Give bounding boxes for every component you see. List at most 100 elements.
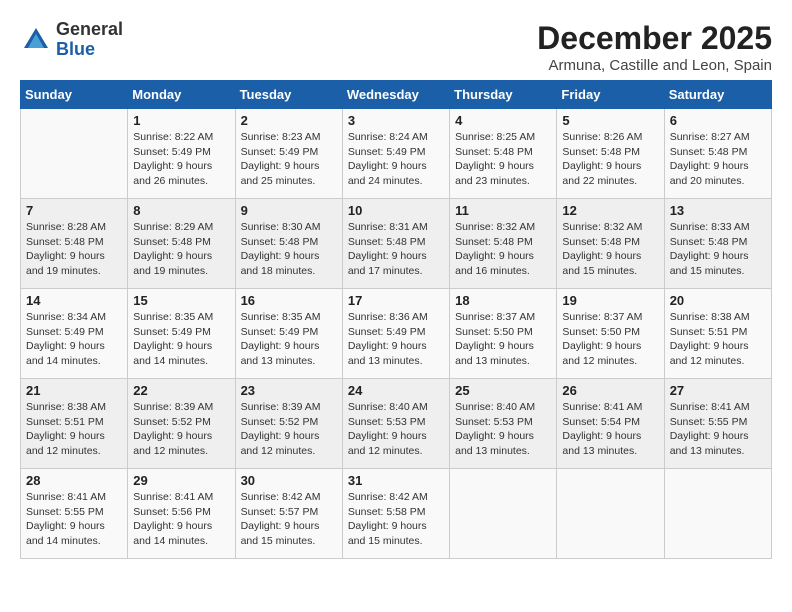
calendar-cell: 29 Sunrise: 8:41 AM Sunset: 5:56 PM Dayli… (128, 469, 235, 559)
page-header: General Blue December 2025 Armuna, Casti… (20, 20, 772, 74)
calendar-week-1: 1 Sunrise: 8:22 AM Sunset: 5:49 PM Daylig… (21, 109, 772, 199)
weekday-header-wednesday: Wednesday (342, 81, 449, 109)
day-number: 28 (26, 473, 122, 488)
day-number: 8 (133, 203, 229, 218)
day-info: Sunrise: 8:30 AM Sunset: 5:48 PM Dayligh… (241, 220, 337, 279)
calendar-week-5: 28Sunrise: 8:41 AM Sunset: 5:55 PM Dayli… (21, 469, 772, 559)
day-number: 18 (455, 293, 551, 308)
day-info: Sunrise: 8:37 AM Sunset: 5:50 PM Dayligh… (455, 310, 551, 369)
calendar-cell: 4Sunrise: 8:25 AM Sunset: 5:48 PM Daylig… (450, 109, 557, 199)
calendar-cell: 13Sunrise: 8:33 AM Sunset: 5:48 PM Dayli… (664, 199, 771, 289)
day-number: 30 (241, 473, 337, 488)
calendar-cell: 27 Sunrise: 8:41 AM Sunset: 5:55 PM Dayli… (664, 379, 771, 469)
day-number: 10 (348, 203, 444, 218)
day-number: 26 (562, 383, 658, 398)
day-info: Sunrise: 8:40 AM Sunset: 5:53 PM Dayligh… (455, 400, 551, 459)
month-year-title: December 2025 (537, 20, 772, 57)
day-number: 11 (455, 203, 551, 218)
day-number: 22 (133, 383, 229, 398)
calendar-cell: 8 Sunrise: 8:29 AM Sunset: 5:48 PM Daylig… (128, 199, 235, 289)
calendar-cell: 25 Sunrise: 8:40 AM Sunset: 5:53 PM Dayli… (450, 379, 557, 469)
day-info: Sunrise: 8:22 AM Sunset: 5:49 PM Dayligh… (133, 130, 229, 189)
day-number: 24 (348, 383, 444, 398)
calendar-cell: 2 Sunrise: 8:23 AM Sunset: 5:49 PM Daylig… (235, 109, 342, 199)
day-info: Sunrise: 8:39 AM Sunset: 5:52 PM Dayligh… (241, 400, 337, 459)
day-info: Sunrise: 8:39 AM Sunset: 5:52 PM Dayligh… (133, 400, 229, 459)
day-info: Sunrise: 8:40 AM Sunset: 5:53 PM Dayligh… (348, 400, 444, 459)
calendar-cell: 16Sunrise: 8:35 AM Sunset: 5:49 PM Dayli… (235, 289, 342, 379)
calendar-cell: 24 Sunrise: 8:40 AM Sunset: 5:53 PM Dayli… (342, 379, 449, 469)
calendar-cell: 6Sunrise: 8:27 AM Sunset: 5:48 PM Daylig… (664, 109, 771, 199)
day-info: Sunrise: 8:28 AM Sunset: 5:48 PM Dayligh… (26, 220, 122, 279)
calendar-table: SundayMondayTuesdayWednesdayThursdayFrid… (20, 80, 772, 559)
calendar-cell: 31 Sunrise: 8:42 AM Sunset: 5:58 PM Dayli… (342, 469, 449, 559)
day-number: 17 (348, 293, 444, 308)
calendar-cell: 20Sunrise: 8:38 AM Sunset: 5:51 PM Dayli… (664, 289, 771, 379)
day-info: Sunrise: 8:36 AM Sunset: 5:49 PM Dayligh… (348, 310, 444, 369)
weekday-header-friday: Friday (557, 81, 664, 109)
weekday-header-monday: Monday (128, 81, 235, 109)
weekday-row: SundayMondayTuesdayWednesdayThursdayFrid… (21, 81, 772, 109)
calendar-cell (21, 109, 128, 199)
calendar-cell (557, 469, 664, 559)
calendar-week-2: 7 Sunrise: 8:28 AM Sunset: 5:48 PM Daylig… (21, 199, 772, 289)
weekday-header-sunday: Sunday (21, 81, 128, 109)
day-info: Sunrise: 8:29 AM Sunset: 5:48 PM Dayligh… (133, 220, 229, 279)
weekday-header-thursday: Thursday (450, 81, 557, 109)
day-info: Sunrise: 8:42 AM Sunset: 5:58 PM Dayligh… (348, 490, 444, 549)
calendar-cell: 1 Sunrise: 8:22 AM Sunset: 5:49 PM Daylig… (128, 109, 235, 199)
day-number: 2 (241, 113, 337, 128)
calendar-body: 1 Sunrise: 8:22 AM Sunset: 5:49 PM Daylig… (21, 109, 772, 559)
calendar-cell: 5 Sunrise: 8:26 AM Sunset: 5:48 PM Daylig… (557, 109, 664, 199)
day-number: 1 (133, 113, 229, 128)
day-info: Sunrise: 8:41 AM Sunset: 5:54 PM Dayligh… (562, 400, 658, 459)
day-info: Sunrise: 8:38 AM Sunset: 5:51 PM Dayligh… (670, 310, 766, 369)
day-number: 3 (348, 113, 444, 128)
calendar-cell: 7 Sunrise: 8:28 AM Sunset: 5:48 PM Daylig… (21, 199, 128, 289)
day-info: Sunrise: 8:41 AM Sunset: 5:55 PM Dayligh… (670, 400, 766, 459)
title-block: December 2025 Armuna, Castille and Leon,… (537, 20, 772, 74)
day-number: 27 (670, 383, 766, 398)
calendar-cell: 9 Sunrise: 8:30 AM Sunset: 5:48 PM Daylig… (235, 199, 342, 289)
calendar-cell: 3Sunrise: 8:24 AM Sunset: 5:49 PM Daylig… (342, 109, 449, 199)
day-number: 31 (348, 473, 444, 488)
calendar-cell: 10 Sunrise: 8:31 AM Sunset: 5:48 PM Dayli… (342, 199, 449, 289)
day-number: 25 (455, 383, 551, 398)
calendar-cell: 19Sunrise: 8:37 AM Sunset: 5:50 PM Dayli… (557, 289, 664, 379)
calendar-cell: 28Sunrise: 8:41 AM Sunset: 5:55 PM Dayli… (21, 469, 128, 559)
day-number: 5 (562, 113, 658, 128)
day-info: Sunrise: 8:34 AM Sunset: 5:49 PM Dayligh… (26, 310, 122, 369)
calendar-cell: 26 Sunrise: 8:41 AM Sunset: 5:54 PM Dayli… (557, 379, 664, 469)
day-number: 21 (26, 383, 122, 398)
day-info: Sunrise: 8:31 AM Sunset: 5:48 PM Dayligh… (348, 220, 444, 279)
day-info: Sunrise: 8:32 AM Sunset: 5:48 PM Dayligh… (455, 220, 551, 279)
weekday-header-saturday: Saturday (664, 81, 771, 109)
calendar-cell: 11 Sunrise: 8:32 AM Sunset: 5:48 PM Dayli… (450, 199, 557, 289)
calendar-cell: 22 Sunrise: 8:39 AM Sunset: 5:52 PM Dayli… (128, 379, 235, 469)
logo-text: General Blue (56, 20, 123, 60)
calendar-cell: 18 Sunrise: 8:37 AM Sunset: 5:50 PM Dayli… (450, 289, 557, 379)
day-number: 16 (241, 293, 337, 308)
calendar-cell (450, 469, 557, 559)
day-info: Sunrise: 8:27 AM Sunset: 5:48 PM Dayligh… (670, 130, 766, 189)
day-info: Sunrise: 8:38 AM Sunset: 5:51 PM Dayligh… (26, 400, 122, 459)
calendar-cell: 21 Sunrise: 8:38 AM Sunset: 5:51 PM Dayli… (21, 379, 128, 469)
day-number: 7 (26, 203, 122, 218)
day-number: 29 (133, 473, 229, 488)
day-info: Sunrise: 8:26 AM Sunset: 5:48 PM Dayligh… (562, 130, 658, 189)
calendar-week-4: 21 Sunrise: 8:38 AM Sunset: 5:51 PM Dayli… (21, 379, 772, 469)
day-info: Sunrise: 8:33 AM Sunset: 5:48 PM Dayligh… (670, 220, 766, 279)
day-number: 12 (562, 203, 658, 218)
logo-icon (20, 24, 52, 56)
day-number: 15 (133, 293, 229, 308)
calendar-cell: 30Sunrise: 8:42 AM Sunset: 5:57 PM Dayli… (235, 469, 342, 559)
day-info: Sunrise: 8:41 AM Sunset: 5:56 PM Dayligh… (133, 490, 229, 549)
day-info: Sunrise: 8:35 AM Sunset: 5:49 PM Dayligh… (133, 310, 229, 369)
day-number: 14 (26, 293, 122, 308)
day-number: 23 (241, 383, 337, 398)
day-number: 9 (241, 203, 337, 218)
calendar-cell: 23 Sunrise: 8:39 AM Sunset: 5:52 PM Dayli… (235, 379, 342, 469)
day-info: Sunrise: 8:23 AM Sunset: 5:49 PM Dayligh… (241, 130, 337, 189)
location-subtitle: Armuna, Castille and Leon, Spain (537, 57, 772, 74)
day-number: 19 (562, 293, 658, 308)
